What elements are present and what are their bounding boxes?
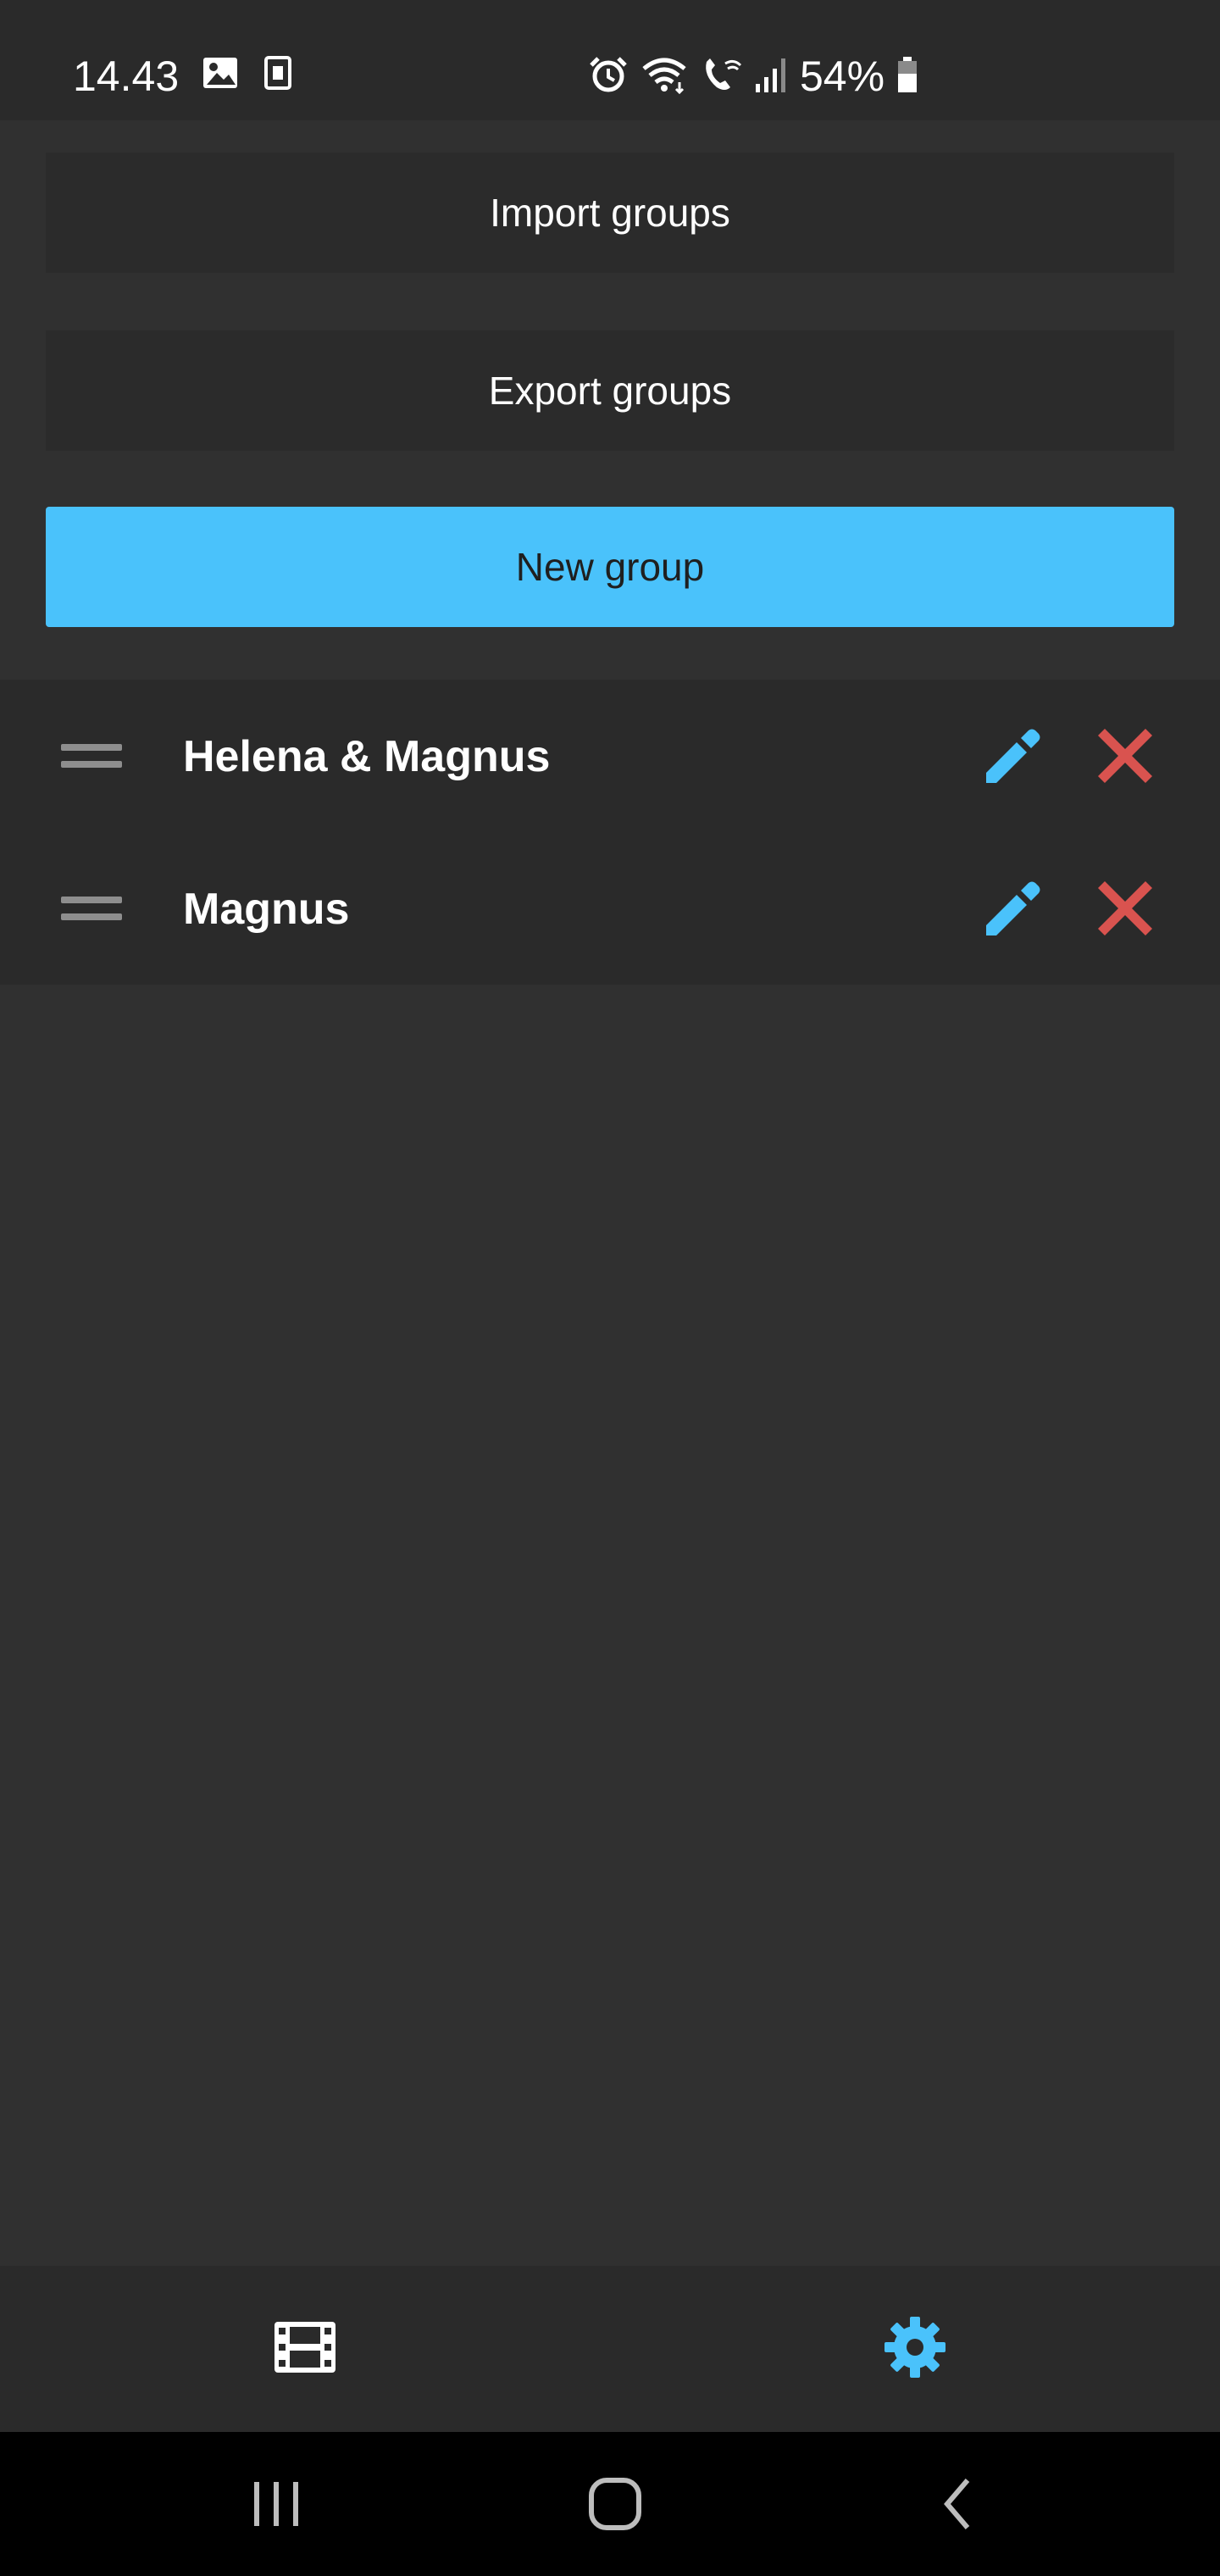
back-icon[interactable] <box>915 2466 1000 2542</box>
battery-icon <box>896 55 918 98</box>
list-item: Helena & Magnus <box>0 680 1220 832</box>
pencil-icon[interactable] <box>979 724 1044 788</box>
nav-item-videos[interactable] <box>0 2266 610 2432</box>
pencil-icon[interactable] <box>979 876 1044 941</box>
film-icon <box>273 2320 337 2379</box>
group-name: Helena & Magnus <box>183 732 551 781</box>
drag-handle-icon[interactable] <box>61 897 122 922</box>
export-groups-button[interactable]: Export groups <box>46 330 1174 451</box>
system-nav-bar <box>0 2432 1220 2576</box>
status-system-icons: 54% <box>588 51 918 102</box>
home-icon[interactable] <box>573 2466 657 2542</box>
list-item: Magnus <box>0 832 1220 985</box>
battery-percentage: 54% <box>800 53 885 100</box>
new-group-button[interactable]: New group <box>46 507 1174 627</box>
status-time: 14.43 <box>73 53 180 100</box>
wifi-icon <box>640 55 688 98</box>
app-screen: 14.43 54% Import groups Export groups Ne… <box>0 0 1220 2576</box>
status-bar: 14.43 54% <box>0 0 1220 120</box>
import-groups-button[interactable]: Import groups <box>46 153 1174 273</box>
alarm-icon <box>588 55 629 98</box>
gear-icon <box>883 2315 947 2384</box>
group-list: Helena & Magnus Magnus <box>0 680 1220 985</box>
sim-icon <box>264 56 291 94</box>
group-name: Magnus <box>183 885 350 934</box>
signal-icon <box>754 55 788 98</box>
drag-handle-icon[interactable] <box>61 744 122 769</box>
close-icon[interactable] <box>1093 876 1157 941</box>
recents-icon[interactable] <box>234 2466 319 2542</box>
status-notification-icons <box>202 56 291 94</box>
nav-item-settings[interactable] <box>610 2266 1220 2432</box>
close-icon[interactable] <box>1093 724 1157 788</box>
bottom-nav <box>0 2266 1220 2432</box>
gallery-icon <box>202 56 239 94</box>
wifi-calling-icon <box>700 55 742 98</box>
